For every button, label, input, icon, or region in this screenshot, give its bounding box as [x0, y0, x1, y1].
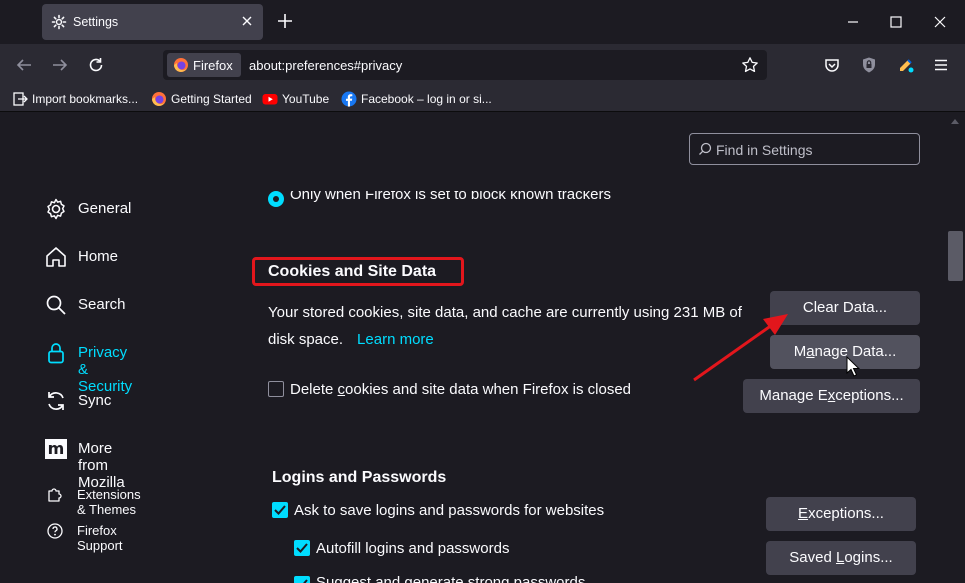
back-arrow-icon[interactable]: [15, 56, 33, 74]
scrollbar[interactable]: [946, 113, 965, 583]
bookmark-label: YouTube: [282, 92, 330, 106]
search-input[interactable]: Find in Settings: [689, 133, 920, 165]
search-placeholder: Find in Settings: [716, 142, 813, 158]
access-key: a: [806, 343, 815, 360]
gear-icon: [47, 198, 65, 220]
minimize-icon[interactable]: [843, 12, 863, 32]
maximize-icon[interactable]: [886, 12, 906, 32]
learn-more-link[interactable]: Learn more: [357, 331, 434, 348]
sidebar-item-label: Privacy & Security: [78, 344, 133, 395]
bookmark-label: Import bookmarks...: [32, 92, 139, 106]
pocket-icon[interactable]: [823, 56, 841, 74]
lock-icon: [48, 343, 64, 364]
settings-page: Only when Firefox is set to block known …: [0, 113, 965, 583]
svg-text:m: m: [48, 439, 65, 458]
logins-heading: Logins and Passwords: [272, 469, 447, 486]
sidebar-item-label: General: [78, 200, 132, 217]
access-key: E: [798, 505, 809, 522]
bookmark-star-icon[interactable]: [741, 56, 759, 74]
firefox-icon: [174, 58, 188, 72]
help-icon: [47, 523, 63, 539]
extension-icon[interactable]: [897, 56, 915, 74]
label-part: Saved: [789, 549, 836, 566]
label-part: Manage E: [759, 387, 828, 404]
new-tab-icon[interactable]: [276, 12, 294, 30]
label-part: xceptions...: [808, 505, 884, 522]
firefox-icon: [152, 92, 166, 106]
delete-cookies-label: Delete cookies and site data when Firefo…: [290, 381, 631, 398]
close-window-icon[interactable]: [930, 12, 950, 32]
close-tab-icon[interactable]: [240, 14, 254, 28]
gear-icon: [51, 14, 67, 30]
sidebar-item-label: Search: [78, 296, 126, 313]
url-bar[interactable]: Firefox about:preferences#privacy: [163, 50, 767, 80]
manage-exceptions-button[interactable]: Manage Exceptions...: [743, 379, 920, 413]
ask-save-logins-checkbox[interactable]: [272, 502, 288, 518]
suggest-passwords-checkbox[interactable]: [294, 576, 310, 583]
label-part: ogins...: [844, 549, 893, 566]
label-part: M: [793, 343, 807, 360]
url-text[interactable]: about:preferences#privacy: [249, 58, 402, 73]
tab-settings[interactable]: Settings: [42, 4, 263, 40]
home-icon: [46, 247, 66, 267]
sidebar-item-label: Extensions & Themes: [77, 487, 141, 517]
bookmark-label: Getting Started: [171, 92, 252, 106]
sidebar-item-label: Home: [78, 248, 119, 265]
suggest-passwords-label: Suggest and generate strong passwords: [316, 574, 586, 583]
forward-arrow-icon[interactable]: [51, 56, 69, 74]
clear-data-button[interactable]: Clear Data...: [770, 291, 920, 325]
mozilla-icon: m: [45, 439, 67, 459]
cookies-heading: Cookies and Site Data: [268, 263, 437, 280]
puzzle-icon: [48, 488, 62, 502]
tab-strip: Settings: [0, 0, 965, 44]
logins-exceptions-button[interactable]: Exceptions...: [766, 497, 916, 531]
scrollbar-thumb[interactable]: [948, 231, 963, 281]
youtube-icon: [262, 94, 278, 105]
cookies-usage-text: Your stored cookies, site data, and cach…: [268, 299, 748, 353]
search-icon: [46, 295, 66, 315]
label-part: nage Data...: [814, 343, 897, 360]
delete-cookies-checkbox[interactable]: [268, 381, 284, 397]
sidebar-item-label: More from Mozilla: [78, 440, 125, 491]
import-icon: [13, 92, 28, 106]
scroll-mask: [230, 113, 680, 191]
ask-save-logins-label: Ask to save logins and passwords for web…: [294, 502, 605, 519]
label-part: Delete: [290, 381, 338, 398]
sync-icon: [48, 392, 64, 410]
shield-icon[interactable]: [860, 56, 878, 74]
sidebar-item-label: Sync: [78, 392, 112, 409]
navigation-toolbar: Firefox about:preferences#privacy: [0, 44, 965, 86]
scroll-up-icon[interactable]: [951, 118, 959, 124]
identity-label: Firefox: [193, 58, 233, 73]
bookmark-label: Facebook – log in or si...: [361, 92, 492, 106]
bookmarks-toolbar: Import bookmarks... Getting Started YouT…: [0, 86, 965, 112]
label-part: ookies and site data when Firefox is clo…: [345, 381, 632, 398]
autofill-logins-label: Autofill logins and passwords: [316, 540, 510, 557]
radio-trackers-only[interactable]: [268, 191, 284, 207]
facebook-icon: [341, 91, 357, 107]
usage-text: Your stored cookies, site data, and cach…: [268, 304, 742, 348]
search-icon: [699, 142, 712, 155]
tab-title: Settings: [73, 15, 119, 29]
reload-icon[interactable]: [87, 56, 105, 74]
access-key: c: [337, 381, 346, 398]
sidebar-item-label: Firefox Support: [77, 523, 123, 553]
identity-box[interactable]: Firefox: [167, 53, 241, 77]
manage-data-button[interactable]: Manage Data...: [770, 335, 920, 369]
autofill-logins-checkbox[interactable]: [294, 540, 310, 556]
label-part: ceptions...: [835, 387, 904, 404]
menu-icon[interactable]: [932, 56, 950, 74]
saved-logins-button[interactable]: Saved Logins...: [766, 541, 916, 575]
